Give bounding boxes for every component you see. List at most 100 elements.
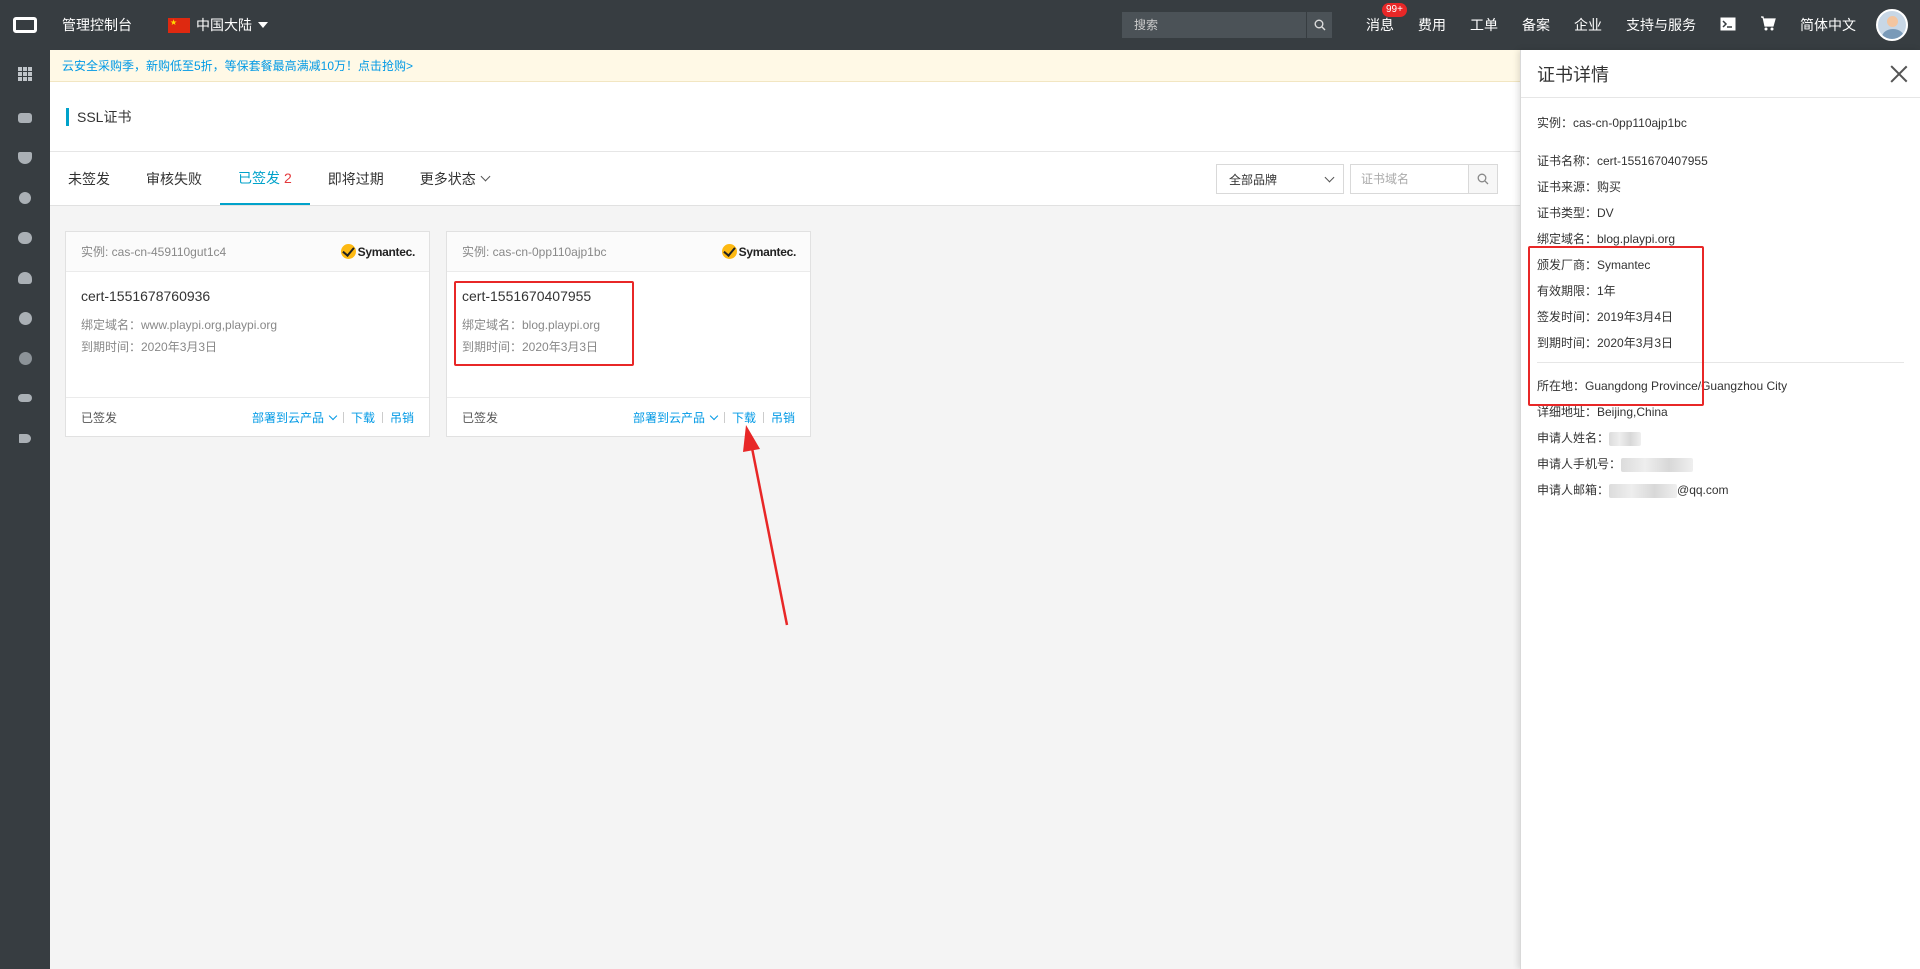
- nav-icp[interactable]: 备案: [1510, 15, 1562, 35]
- dns-icon[interactable]: [0, 338, 50, 378]
- symantec-logo: Symantec.: [721, 244, 797, 259]
- global-search-input[interactable]: [1122, 12, 1306, 38]
- expire-date: 到期时间：2020年3月3日: [81, 340, 218, 354]
- tab-more-status[interactable]: 更多状态: [402, 152, 507, 205]
- certificate-card: 实例: cas-cn-459110gut1c4 Symantec. cert-1…: [65, 231, 430, 437]
- global-search: [1122, 12, 1332, 38]
- tab-expiring[interactable]: 即将过期: [310, 152, 402, 205]
- domain-search-input[interactable]: [1350, 164, 1468, 194]
- download-button[interactable]: 下载: [351, 409, 375, 426]
- panel-header: 证书详情: [1521, 50, 1920, 98]
- certificate-cards: 实例: cas-cn-459110gut1c4 Symantec. cert-1…: [65, 231, 811, 437]
- user-avatar[interactable]: [1876, 9, 1908, 41]
- cloud-icon[interactable]: [0, 218, 50, 258]
- deploy-button[interactable]: 部署到云产品: [251, 409, 338, 426]
- divider: [381, 412, 383, 423]
- revoke-button[interactable]: 吊销: [390, 409, 414, 426]
- shield-icon[interactable]: [0, 138, 50, 178]
- region-selector[interactable]: 中国大陆: [168, 15, 268, 35]
- chevron-down-icon: [480, 171, 491, 182]
- redacted-value: [1621, 457, 1694, 472]
- tab-issued[interactable]: 已签发 2: [220, 152, 310, 205]
- promo-link[interactable]: 云安全采购季，新购低至5折，等保套餐最高满减10万！点击抢购>: [62, 57, 413, 74]
- divider: [342, 412, 344, 423]
- certificate-card: 实例: cas-cn-0pp110ajp1bc Symantec. cert-1…: [446, 231, 811, 437]
- globe-icon[interactable]: [0, 298, 50, 338]
- download-button[interactable]: 下载: [732, 409, 756, 426]
- card-body: cert-1551670407955 绑定域名：blog.playpi.org …: [447, 272, 810, 397]
- redacted-value: [1609, 431, 1642, 446]
- applicant-email-label: 申请人邮箱：: [1537, 483, 1610, 497]
- card-actions: 部署到云产品 下载 吊销: [633, 409, 795, 426]
- terminal-icon[interactable]: [1708, 17, 1748, 34]
- cloud-upload-icon[interactable]: [0, 258, 50, 298]
- card-header: 实例: cas-cn-459110gut1c4 Symantec.: [66, 232, 429, 272]
- domain-search: [1350, 164, 1498, 194]
- tab-label: 更多状态: [419, 170, 476, 187]
- deploy-label: 部署到云产品: [632, 411, 705, 425]
- status-label: 已签发: [462, 411, 499, 425]
- tab-label: 未签发: [68, 170, 110, 187]
- detail-applicant-email: 申请人邮箱： @qq.com: [1537, 477, 1904, 503]
- cert-name[interactable]: cert-1551678760936: [81, 288, 414, 304]
- tab-unissued[interactable]: 未签发: [50, 152, 128, 205]
- tab-label: 已签发: [238, 169, 280, 186]
- brand-name: Symantec.: [357, 244, 416, 259]
- brand-select[interactable]: 全部品牌: [1216, 164, 1344, 194]
- search-icon[interactable]: [1468, 164, 1498, 194]
- symantec-logo: Symantec.: [340, 244, 416, 259]
- nav-billing[interactable]: 费用: [1406, 15, 1458, 35]
- card-body: cert-1551678760936 绑定域名：www.playpi.org,p…: [66, 272, 429, 397]
- nav-tickets[interactable]: 工单: [1458, 15, 1510, 35]
- highlight-box: [454, 281, 634, 366]
- bound-domain: 绑定域名：www.playpi.org,playpi.org: [81, 318, 278, 332]
- status-tabs: 未签发 审核失败 已签发 2 即将过期 更多状态 全部品牌: [50, 152, 1520, 206]
- nav-messages-label: 消息: [1366, 17, 1394, 33]
- detail-instance: 实例：cas-cn-0pp110ajp1bc: [1537, 116, 1687, 130]
- cart-icon[interactable]: [1748, 16, 1788, 34]
- tab-label: 即将过期: [327, 170, 384, 187]
- main-content: 云安全采购季，新购低至5折，等保套餐最高满减10万！点击抢购> SSL证书 未签…: [50, 50, 1520, 969]
- applicant-phone-label: 申请人手机号：: [1537, 457, 1622, 471]
- page-header: SSL证书: [50, 82, 1520, 152]
- revoke-button[interactable]: 吊销: [771, 409, 795, 426]
- nav-language[interactable]: 简体中文: [1788, 15, 1868, 35]
- left-sidebar: [0, 50, 50, 969]
- panel-body: 实例：cas-cn-0pp110ajp1bc 证书名称：cert-1551670…: [1521, 98, 1920, 515]
- nav-enterprise[interactable]: 企业: [1562, 15, 1614, 35]
- nav-support[interactable]: 支持与服务: [1614, 15, 1708, 35]
- deploy-label: 部署到云产品: [251, 411, 324, 425]
- symantec-check-icon: [340, 244, 356, 259]
- detail-applicant-name: 申请人姓名：: [1537, 425, 1904, 451]
- deploy-button[interactable]: 部署到云产品: [632, 409, 719, 426]
- symantec-check-icon: [721, 244, 737, 259]
- tab-audit-failed[interactable]: 审核失败: [128, 152, 220, 205]
- detail-type: 证书类型：DV: [1537, 206, 1614, 220]
- search-icon[interactable]: [1306, 12, 1332, 38]
- megaphone-icon[interactable]: [0, 418, 50, 458]
- server-icon[interactable]: [0, 98, 50, 138]
- card-header: 实例: cas-cn-0pp110ajp1bc Symantec.: [447, 232, 810, 272]
- aliyun-logo-icon[interactable]: [0, 0, 50, 50]
- cloud-storage-icon[interactable]: [0, 378, 50, 418]
- chevron-down-icon: [1324, 172, 1335, 182]
- status-label: 已签发: [81, 411, 118, 425]
- panel-title: 证书详情: [1537, 64, 1609, 85]
- messages-badge: 99+: [1382, 3, 1407, 17]
- nav-messages[interactable]: 消息 99+: [1354, 3, 1407, 35]
- china-flag-icon: [168, 17, 190, 33]
- divider: [723, 412, 725, 423]
- chevron-down-icon: [709, 411, 719, 420]
- brand-name: Symantec.: [738, 244, 797, 259]
- divider: [762, 412, 764, 423]
- console-link[interactable]: 管理控制台: [62, 15, 132, 35]
- products-grid-icon[interactable]: [0, 50, 50, 98]
- close-icon[interactable]: [1890, 65, 1908, 83]
- card-actions: 部署到云产品 下载 吊销: [252, 409, 414, 426]
- chevron-down-icon: [328, 411, 338, 420]
- tab-count: 2: [284, 169, 292, 186]
- network-icon[interactable]: [0, 178, 50, 218]
- card-footer: 已签发 部署到云产品 下载 吊销: [66, 397, 429, 437]
- applicant-name-label: 申请人姓名：: [1537, 431, 1610, 445]
- page-title: SSL证书: [77, 108, 132, 125]
